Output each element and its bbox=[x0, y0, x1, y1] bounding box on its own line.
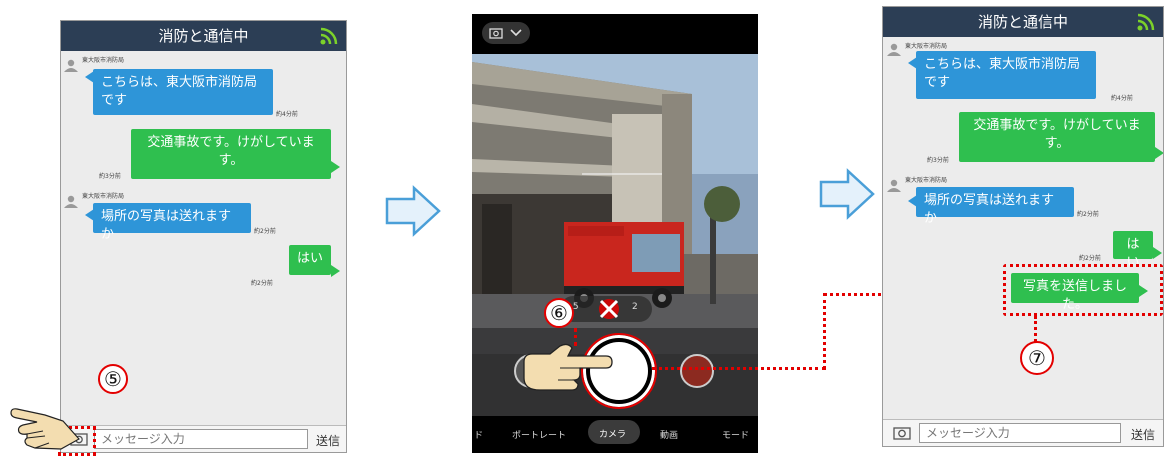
step-7-leader bbox=[1034, 316, 1037, 342]
header-title: 消防と通信中 bbox=[158, 27, 249, 45]
chat-header: 消防と通信中 bbox=[883, 7, 1163, 37]
message-bubble-reply: 場所の写真は送れますか bbox=[916, 187, 1074, 226]
chat-header: 消防と通信中 bbox=[61, 21, 346, 51]
step-7-label: ⑦ bbox=[1020, 341, 1054, 375]
timestamp: 約4分前 bbox=[276, 111, 298, 118]
message-text: 交通事故です。けがしています。 bbox=[973, 118, 1141, 151]
avatar-icon bbox=[64, 59, 78, 72]
send-button[interactable]: 送信 bbox=[1131, 426, 1155, 443]
connector-line-v bbox=[823, 293, 826, 369]
timestamp: 約4分前 bbox=[1111, 95, 1133, 102]
sender-name: 東大阪市消防局 bbox=[905, 43, 948, 50]
message-input-bar: メッセージ入力 送信 bbox=[61, 425, 346, 452]
mode-tab[interactable]: ド bbox=[474, 428, 483, 441]
message-bubble-reply: こちらは、東大阪市消防局です bbox=[93, 69, 273, 115]
recent-photo-thumbnail[interactable] bbox=[680, 354, 714, 388]
message-bubble-reply: 場所の写真は送れますか bbox=[93, 203, 251, 242]
signal-icon bbox=[320, 27, 338, 45]
message-bubble-reply: こちらは、東大阪市消防局です bbox=[916, 51, 1096, 99]
message-text: こちらは、東大阪市消防局です bbox=[924, 57, 1081, 90]
step-5-label: ⑤ bbox=[98, 364, 128, 394]
sender-name: 東大阪市消防局 bbox=[82, 193, 125, 200]
prohibited-marker-icon bbox=[599, 299, 619, 319]
zoom-right-label[interactable]: 2 bbox=[632, 302, 638, 312]
timestamp: 約3分前 bbox=[99, 173, 121, 180]
timestamp: 約2分前 bbox=[1077, 211, 1099, 218]
message-text: 交通事故です。けがしています。 bbox=[147, 135, 315, 168]
chevron-down-icon bbox=[510, 29, 522, 37]
message-text: 場所の写真は送れますか bbox=[101, 209, 232, 242]
message-bubble-user: 交通事故です。けがしています。 bbox=[959, 112, 1155, 162]
arrow-right-icon bbox=[819, 168, 875, 220]
avatar-icon bbox=[887, 43, 901, 56]
pointing-hand-icon bbox=[523, 343, 613, 391]
mode-tab-camera[interactable]: カメラ bbox=[588, 420, 640, 444]
step-6-leader bbox=[574, 328, 577, 346]
timestamp: 約2分前 bbox=[251, 280, 273, 287]
bubble-tail bbox=[1155, 147, 1163, 159]
timestamp: 約3分前 bbox=[927, 157, 949, 164]
mode-tab-video[interactable]: 動画 bbox=[660, 428, 678, 441]
pointing-hand-icon bbox=[10, 408, 80, 450]
mode-tab-camera-label: カメラ bbox=[599, 430, 627, 440]
message-bubble-user: はい bbox=[289, 245, 331, 275]
mode-tab-portrait[interactable]: ポートレート bbox=[512, 428, 566, 441]
message-text: こちらは、東大阪市消防局です bbox=[101, 75, 258, 108]
bubble-tail bbox=[331, 265, 340, 277]
send-button[interactable]: 送信 bbox=[316, 432, 340, 449]
step-6-label: ⑥ bbox=[544, 298, 574, 328]
bubble-tail bbox=[1153, 247, 1162, 259]
timestamp: 約2分前 bbox=[1079, 255, 1101, 262]
message-bubble-user: はい bbox=[1113, 231, 1153, 270]
message-text: 場所の写真は送れますか bbox=[924, 193, 1055, 226]
photo-sent-highlight-box bbox=[1003, 264, 1163, 316]
sender-name: 東大阪市消防局 bbox=[905, 177, 948, 184]
connector-line-h1 bbox=[652, 367, 826, 370]
message-input[interactable]: メッセージ入力 bbox=[94, 429, 308, 449]
message-text: はい bbox=[297, 251, 324, 266]
sender-name: 東大阪市消防局 bbox=[82, 57, 125, 64]
phone-screen-chat-after: 消防と通信中 東大阪市消防局 こちらは、東大阪市消防局です 約4分前 約3分前 … bbox=[882, 6, 1164, 447]
message-input[interactable]: メッセージ入力 bbox=[919, 423, 1121, 443]
arrow-right-icon bbox=[385, 185, 441, 237]
avatar-icon bbox=[64, 195, 78, 208]
mode-tab-more[interactable]: モード bbox=[722, 428, 749, 441]
avatar-icon bbox=[887, 179, 901, 192]
camera-icon[interactable] bbox=[893, 426, 911, 440]
header-title: 消防と通信中 bbox=[977, 13, 1068, 31]
bubble-tail bbox=[331, 161, 340, 173]
timestamp: 約2分前 bbox=[254, 228, 276, 235]
message-input-bar: メッセージ入力 送信 bbox=[883, 419, 1163, 446]
phone-screen-camera: .5 2 ド ポートレート カメラ 動画 モード bbox=[472, 14, 758, 453]
camera-switch-icon bbox=[489, 28, 503, 39]
signal-icon bbox=[1137, 13, 1155, 31]
camera-switch-control[interactable] bbox=[482, 22, 530, 44]
message-bubble-user: 交通事故です。けがしています。 bbox=[131, 129, 331, 179]
